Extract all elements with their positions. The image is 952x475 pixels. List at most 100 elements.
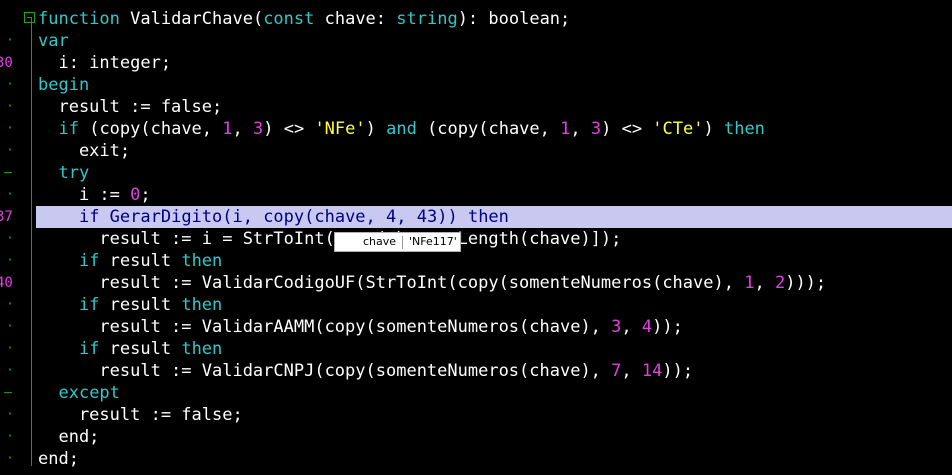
code-token: (copy(chave, xyxy=(416,119,561,139)
code-token: ) <> xyxy=(601,119,653,139)
code-area[interactable]: function ValidarChave(const chave: strin… xyxy=(36,8,952,470)
code-token: if xyxy=(78,339,100,359)
code-token: i: integer; xyxy=(38,53,172,73)
code-token: const xyxy=(263,9,315,29)
code-token: exit; xyxy=(38,141,131,161)
code-token: then xyxy=(467,207,509,227)
code-line[interactable]: except xyxy=(38,382,952,404)
code-line[interactable]: if (copy(chave, 1, 3) <> 'NFe') and (cop… xyxy=(38,118,952,140)
code-token: result xyxy=(99,251,182,271)
gutter-dash: – xyxy=(4,385,12,400)
code-line[interactable]: result := ValidarCodigoUF(StrToInt(copy(… xyxy=(38,272,952,294)
gutter[interactable]: · 30 · · · · – · 37 · · 40 · · · · – · ·… xyxy=(0,0,35,475)
code-token: result xyxy=(99,339,182,359)
gutter-dot: · xyxy=(6,33,14,48)
code-token: ): boolean; xyxy=(457,9,571,29)
code-token: )) xyxy=(437,207,468,227)
code-line[interactable]: end; xyxy=(38,426,952,448)
code-token: result := ValidarAAMM(copy(somenteNumero… xyxy=(38,317,612,337)
code-line[interactable]: i := 0; xyxy=(38,184,952,206)
gutter-dot: · xyxy=(6,231,14,246)
code-token: result := false; xyxy=(38,405,243,425)
code-token: 1 xyxy=(560,119,571,139)
code-token: , xyxy=(232,119,253,139)
code-line[interactable]: i: integer; xyxy=(38,52,952,74)
code-token: GerarDigito(i, copy(chave, xyxy=(99,207,387,227)
code-token: 3 xyxy=(253,119,264,139)
code-token: ))); xyxy=(785,273,827,293)
code-line[interactable]: if result then xyxy=(38,250,952,272)
code-line[interactable]: result := ValidarCNPJ(copy(somenteNumero… xyxy=(38,360,952,382)
code-token: 3 xyxy=(590,119,602,139)
code-line[interactable]: result := false; xyxy=(38,96,952,118)
gutter-dot: · xyxy=(6,99,14,114)
code-token: 3 xyxy=(611,317,622,337)
code-token: if xyxy=(78,207,100,227)
gutter-dot: · xyxy=(6,319,14,334)
fold-guide-line xyxy=(31,18,32,466)
code-line[interactable]: result := i = StrToInt(copy(chave, Lengt… xyxy=(38,228,952,250)
code-token: chave: xyxy=(314,9,397,29)
code-token: if xyxy=(78,295,100,315)
gutter-dot: · xyxy=(6,297,14,312)
code-line[interactable]: exit; xyxy=(38,140,952,162)
code-line[interactable]: end; xyxy=(38,448,952,470)
code-line[interactable]: if result then xyxy=(38,338,952,360)
code-token: ; xyxy=(140,185,151,205)
code-token: result := i = StrToInt(copy(chave, Lengt… xyxy=(38,229,622,249)
code-token: , xyxy=(621,317,642,337)
code-token: end; xyxy=(38,427,100,447)
code-token: result xyxy=(99,295,182,315)
code-token: 'CTe' xyxy=(652,119,704,139)
code-token: 7 xyxy=(611,361,622,381)
code-token: 4 xyxy=(386,207,397,227)
code-token: then xyxy=(181,339,223,359)
debug-evaluation-tooltip: chave 'NFe117' xyxy=(334,232,461,252)
code-token: 4 xyxy=(641,317,653,337)
gutter-dot: · xyxy=(6,143,14,158)
code-token: then xyxy=(723,119,765,139)
code-token: then xyxy=(181,251,223,271)
code-editor[interactable]: · 30 · · · · – · 37 · · 40 · · · · – · ·… xyxy=(0,0,952,475)
code-line[interactable]: function ValidarChave(const chave: strin… xyxy=(38,8,952,30)
code-token: then xyxy=(181,295,223,315)
code-token: function xyxy=(38,9,120,29)
code-line[interactable]: try xyxy=(38,162,952,184)
tooltip-variable-name: chave xyxy=(363,235,397,248)
gutter-line-number: 37 xyxy=(0,209,13,225)
code-line[interactable]: result := ValidarAAMM(copy(somenteNumero… xyxy=(38,316,952,338)
gutter-line-number: 40 xyxy=(0,275,13,291)
code-line[interactable]: var xyxy=(38,30,952,52)
code-token: )); xyxy=(652,317,683,337)
code-token: 14 xyxy=(641,361,663,381)
gutter-dot: · xyxy=(6,429,14,444)
code-token: 1 xyxy=(222,119,233,139)
tooltip-separator xyxy=(402,236,403,249)
code-token: result := false; xyxy=(38,97,223,117)
gutter-dot: · xyxy=(6,77,14,92)
code-token: except xyxy=(58,383,120,403)
code-token: var xyxy=(38,31,69,51)
code-line[interactable]: begin xyxy=(38,74,952,96)
code-token: end; xyxy=(38,449,79,469)
gutter-dash: – xyxy=(4,165,12,180)
code-token: result := ValidarCodigoUF(StrToInt(copy(… xyxy=(38,273,745,293)
fold-toggle-icon[interactable] xyxy=(24,12,35,23)
code-token: if xyxy=(58,119,79,139)
code-token: ) xyxy=(365,119,387,139)
code-token: result := ValidarCNPJ(copy(somenteNumero… xyxy=(38,361,612,381)
code-token: )); xyxy=(662,361,694,381)
code-token: ) xyxy=(703,119,724,139)
gutter-dot: · xyxy=(6,187,14,202)
code-token: 0 xyxy=(130,185,141,205)
code-line[interactable]: if result then xyxy=(38,294,952,316)
gutter-dot: · xyxy=(6,121,14,136)
gutter-dot: · xyxy=(6,407,14,422)
code-line-current-execution[interactable]: if GerarDigito(i, copy(chave, 4, 43)) th… xyxy=(36,206,952,228)
code-line[interactable]: result := false; xyxy=(38,404,952,426)
code-token: , xyxy=(621,361,642,381)
